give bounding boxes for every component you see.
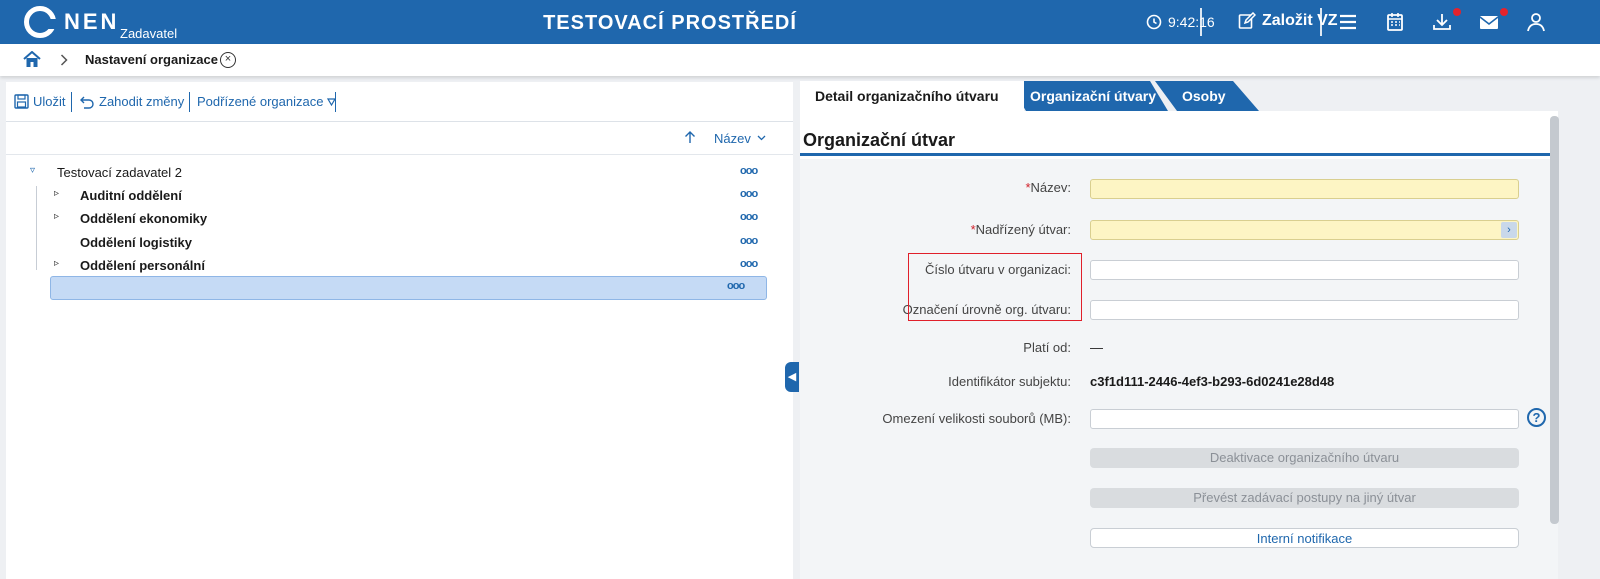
- name-label: *Název:: [1025, 180, 1071, 195]
- tree-item-label: Oddělení logistiky: [80, 235, 192, 250]
- sort-label-text: Název: [714, 131, 751, 146]
- scrollbar[interactable]: [1550, 116, 1559, 524]
- parent-unit-field[interactable]: ›: [1090, 220, 1519, 240]
- download-icon[interactable]: [1431, 12, 1453, 32]
- edit-icon: [1238, 12, 1256, 29]
- tree-item-selected[interactable]: ooo: [50, 276, 767, 300]
- undo-icon: [80, 96, 94, 109]
- transfer-procedures-button[interactable]: Převést zadávací postupy na jiný útvar: [1090, 488, 1519, 508]
- valid-from-label: Platí od:: [1023, 340, 1071, 355]
- collapsed-triangle-icon[interactable]: ▹: [54, 258, 59, 269]
- tree-root[interactable]: ▿ Testovací zadavatel 2 ooo: [6, 162, 793, 184]
- internal-notifications-button[interactable]: Interní notifikace: [1090, 528, 1519, 548]
- save-button[interactable]: Uložit: [14, 94, 66, 109]
- section-header: Organizační útvar: [800, 111, 1558, 156]
- subject-id-label: Identifikátor subjektu:: [948, 374, 1071, 389]
- close-tab-icon[interactable]: ×: [220, 52, 236, 68]
- tree-root-label: Testovací zadavatel 2: [57, 165, 183, 180]
- section-title: Organizační útvar: [803, 130, 956, 150]
- unit-number-field[interactable]: [1090, 260, 1519, 280]
- subordinate-label: Podřízené organizace: [197, 94, 324, 109]
- download-notification-dot: [1453, 8, 1461, 16]
- mail-icon[interactable]: [1478, 12, 1500, 32]
- save-icon: [14, 94, 29, 109]
- more-options-icon[interactable]: ooo: [740, 258, 758, 270]
- tree-item[interactable]: ▹ Oddělení ekonomiky ooo: [6, 208, 793, 230]
- organization-tree-panel: Uložit Zahodit změny Podřízené organizac…: [6, 82, 793, 579]
- collapsed-triangle-icon[interactable]: ▹: [54, 188, 59, 199]
- help-icon[interactable]: ?: [1527, 408, 1546, 427]
- parent-unit-label: *Nadřízený útvar:: [970, 222, 1071, 237]
- tree-item[interactable]: Oddělení logistiky ooo: [6, 232, 793, 254]
- valid-from-value: —: [1090, 340, 1103, 355]
- mail-notification-dot: [1500, 8, 1508, 16]
- collapsed-triangle-icon[interactable]: ▹: [54, 211, 59, 222]
- create-vz-button[interactable]: Založit VZ: [1238, 12, 1338, 30]
- tab-detail[interactable]: Detail organizačního útvaru: [800, 81, 1024, 111]
- user-icon[interactable]: [1525, 12, 1547, 32]
- tab-persons[interactable]: Osoby: [1182, 81, 1226, 111]
- chevron-right-icon: [60, 54, 68, 66]
- subordinate-organizations-dropdown[interactable]: Podřízené organizace: [197, 94, 337, 109]
- menu-icon[interactable]: [1337, 12, 1359, 32]
- name-field[interactable]: [1090, 179, 1519, 199]
- top-bar: NEN Zadavatel TESTOVACÍ PROSTŘEDÍ 9:42:1…: [0, 0, 1600, 44]
- highlight-box: [908, 253, 1082, 321]
- clock-icon: [1146, 14, 1162, 30]
- toolbar-divider: [189, 92, 190, 112]
- file-size-limit-field[interactable]: [1090, 409, 1519, 429]
- tree-item[interactable]: ▹ Oddělení personální ooo: [6, 255, 793, 277]
- header-divider: [1200, 8, 1202, 36]
- arrow-up-icon[interactable]: [684, 130, 696, 144]
- deactivate-unit-button[interactable]: Deaktivace organizačního útvaru: [1090, 448, 1519, 468]
- save-label: Uložit: [33, 94, 66, 109]
- tree-item-label: Oddělení ekonomiky: [80, 211, 208, 226]
- more-options-icon[interactable]: ooo: [727, 280, 745, 292]
- more-options-icon[interactable]: ooo: [740, 188, 758, 200]
- subject-id-value: c3f1d111-2446-4ef3-b293-6d0241e28d48: [1090, 374, 1335, 389]
- header-divider: [1320, 8, 1322, 36]
- create-vz-label: Založit VZ: [1262, 12, 1338, 29]
- more-options-icon[interactable]: ooo: [740, 165, 758, 177]
- home-icon[interactable]: [23, 51, 41, 68]
- tree-item-label: Oddělení personální: [80, 258, 205, 273]
- environment-title: TESTOVACÍ PROSTŘEDÍ: [543, 12, 797, 34]
- file-size-limit-label: Omezení velikosti souborů (MB):: [882, 411, 1071, 426]
- tree-toolbar: Uložit Zahodit změny Podřízené organizac…: [6, 82, 793, 122]
- detail-panel: Organizační útvar *Název: *Nadřízený útv…: [800, 111, 1558, 579]
- sort-by-name[interactable]: Název: [714, 131, 766, 146]
- tree-item-label: Auditní oddělení: [80, 188, 182, 203]
- tree-item[interactable]: ▹ Auditní oddělení ooo: [6, 185, 793, 207]
- more-options-icon[interactable]: ooo: [740, 235, 758, 247]
- lookup-chevron-icon[interactable]: ›: [1501, 222, 1517, 238]
- expanded-triangle-icon[interactable]: ▿: [30, 165, 35, 176]
- more-options-icon[interactable]: ooo: [740, 211, 758, 223]
- calendar-icon[interactable]: [1384, 12, 1406, 32]
- breadcrumb: Nastavení organizace ×: [0, 44, 1600, 76]
- toolbar-divider: [71, 92, 72, 112]
- unit-level-field[interactable]: [1090, 300, 1519, 320]
- sort-bar: Název: [6, 122, 793, 155]
- breadcrumb-current[interactable]: Nastavení organizace: [85, 52, 218, 67]
- panel-splitter-toggle[interactable]: ◀: [785, 362, 799, 392]
- session-clock: 9:42:16: [1146, 14, 1215, 30]
- discard-label: Zahodit změny: [99, 94, 185, 109]
- toolbar-divider: [335, 92, 336, 112]
- tab-organizational-units[interactable]: Organizační útvary: [1030, 81, 1156, 111]
- discard-changes-button[interactable]: Zahodit změny: [79, 94, 184, 109]
- chevron-down-icon: [758, 135, 766, 141]
- clock-time: 9:42:16: [1168, 14, 1215, 30]
